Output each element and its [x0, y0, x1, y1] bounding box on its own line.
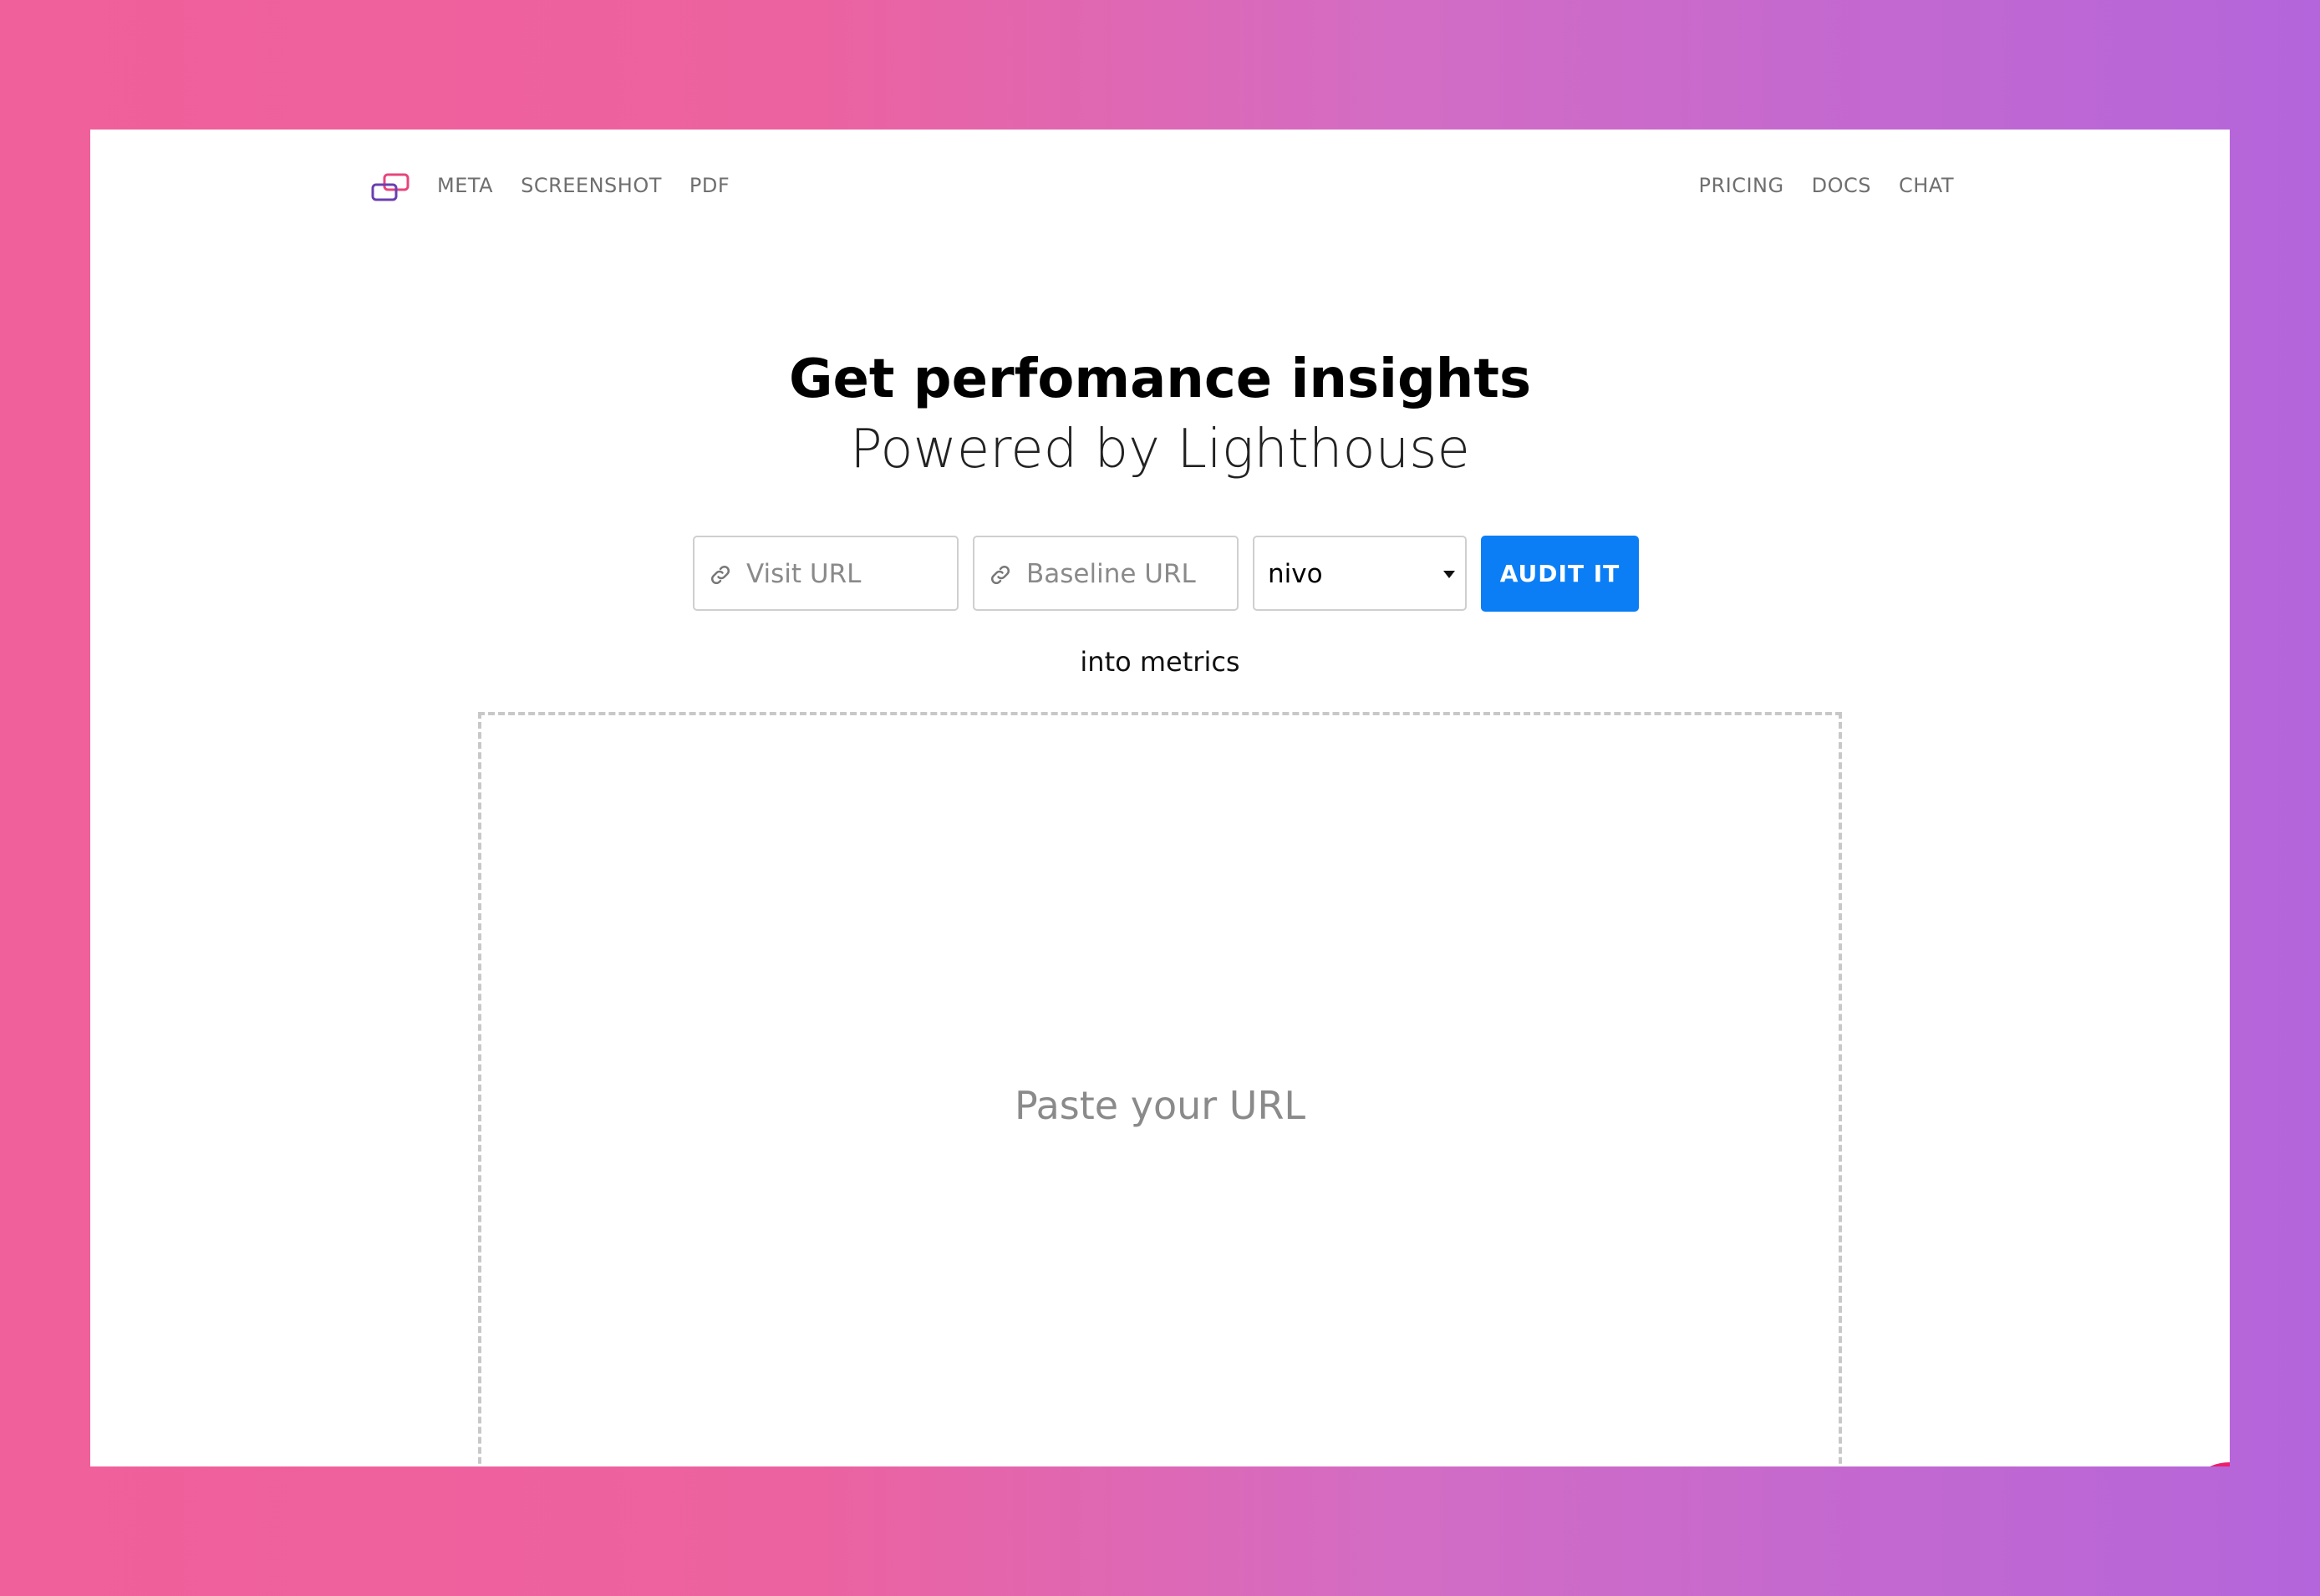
into-metrics-caption: into metrics	[1080, 646, 1240, 678]
nav-docs[interactable]: DOCS	[1812, 174, 1871, 197]
nav-meta[interactable]: META	[437, 174, 493, 197]
nav-chat[interactable]: CHAT	[1899, 174, 1954, 197]
library-select-value: nivo	[1268, 559, 1323, 589]
top-nav: META SCREENSHOT PDF PRICING DOCS CHAT	[90, 130, 2230, 242]
browser-window: META SCREENSHOT PDF PRICING DOCS CHAT Ge…	[90, 130, 2230, 1466]
baseline-url-input[interactable]	[1025, 537, 1229, 611]
visit-url-field[interactable]	[693, 536, 959, 611]
nav-pdf[interactable]: PDF	[689, 174, 730, 197]
audit-form: nivo AUDIT IT	[693, 536, 1639, 612]
visit-url-input[interactable]	[745, 537, 949, 611]
audit-button[interactable]: AUDIT IT	[1481, 536, 1639, 612]
dropzone-placeholder: Paste your URL	[1014, 1083, 1306, 1128]
page-subtitle: Powered by Lighthouse	[850, 419, 1470, 480]
chevron-down-icon	[1443, 571, 1455, 578]
nav-left: META SCREENSHOT PDF	[437, 174, 730, 197]
nav-screenshot[interactable]: SCREENSHOT	[521, 174, 662, 197]
chat-launcher-button[interactable]	[2180, 1462, 2230, 1466]
link-icon	[710, 565, 730, 585]
link-icon	[990, 565, 1010, 585]
page-title: Get perfomance insights	[788, 348, 1532, 410]
nav-right: PRICING DOCS CHAT	[1698, 174, 1954, 197]
library-select[interactable]: nivo	[1253, 536, 1467, 611]
nav-pricing[interactable]: PRICING	[1698, 174, 1783, 197]
url-dropzone[interactable]: Paste your URL	[478, 712, 1842, 1466]
logo-icon[interactable]	[369, 173, 411, 203]
baseline-url-field[interactable]	[973, 536, 1239, 611]
